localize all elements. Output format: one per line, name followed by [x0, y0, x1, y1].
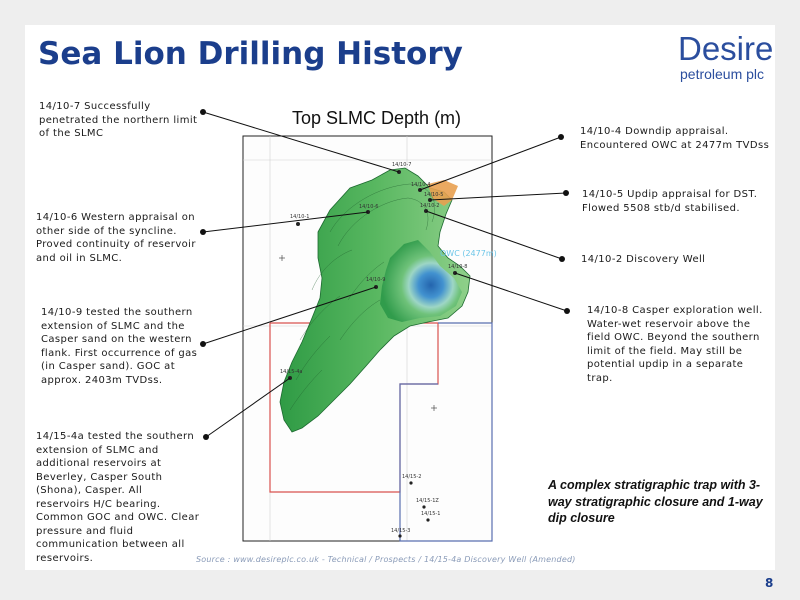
annotation-line: Proved continuity of reservoir [36, 239, 196, 250]
annotation-line: 14/15-4a tested the southern [36, 431, 195, 442]
well-marker-14-15-3 [398, 534, 402, 538]
annotation-14-10-9: 14/10-9 tested the southern extension of… [41, 306, 197, 387]
well-label: 14/10-7 [392, 162, 411, 168]
annotation-line: Encountered OWC at 2477m TVDss [580, 139, 770, 151]
annotation-line: 14/10-8 Casper exploration well. [587, 305, 763, 316]
well-label: 14/15-1 [421, 511, 440, 517]
annotation-14-10-5: 14/10-5 Updip appraisal for DST. Flowed … [582, 188, 757, 215]
annotation-line: communication between all [36, 539, 185, 550]
annotation-line: reservoirs. [36, 552, 94, 564]
annotation-14-10-2: 14/10-2 Discovery Well [581, 253, 705, 267]
page-number: 8 [765, 576, 774, 590]
well-label: 14/10-9 [366, 277, 385, 283]
annotation-line: 14/10-6 Western appraisal on [36, 212, 195, 223]
annotation-line: flank. First occurrence of gas [41, 347, 198, 359]
well-label: 14/15-2 [402, 474, 421, 480]
annotation-line: other side of the syncline. [36, 225, 177, 237]
well-label: 14/15-4a [280, 369, 302, 375]
annotation-line: of the SLMC [39, 128, 104, 139]
well-label: 14/10-5 [424, 192, 443, 198]
annotation-line: (Shona), Casper. All [36, 485, 143, 496]
annotation-14-10-7: 14/10-7 Successfully penetrated the nort… [39, 100, 197, 141]
owc-label: OWC (2477m) [440, 249, 497, 258]
annotation-line: Water-wet reservoir above the [587, 318, 751, 330]
annotation-line: 14/10-4 Downdip appraisal. [580, 126, 729, 137]
trap-summary: A complex stratigraphic trap with 3-way … [548, 478, 763, 525]
annotation-line: reservoirs H/C bearing. [36, 498, 161, 510]
annotation-line: 14/10-5 Updip appraisal for DST. [582, 189, 758, 200]
well-label: 14/10-2 [420, 203, 439, 209]
annotation-line: Beverley, Casper South [36, 471, 163, 483]
well-label: 14/10-6 [359, 204, 378, 210]
well-label: 14/10-8 [448, 264, 467, 270]
annotation-line: extension of SLMC and the [41, 320, 185, 332]
annotation-line: Casper sand on the western [41, 334, 192, 345]
annotation-line: Common GOC and OWC. Clear [36, 512, 200, 523]
annotation-14-10-4: 14/10-4 Downdip appraisal. Encountered O… [580, 125, 769, 152]
annotation-line: and oil in SLMC. [36, 252, 123, 264]
well-marker-14-15-1z [422, 505, 426, 509]
source-citation: Source : www.desireplc.co.uk - Technical… [196, 555, 576, 564]
annotation-line: Flowed 5508 stb/d stabilised. [582, 202, 740, 214]
well-marker-14-15-2 [409, 481, 413, 485]
annotation-14-10-6: 14/10-6 Western appraisal on other side … [36, 211, 196, 265]
well-label: 14/15-3 [391, 528, 410, 534]
annotation-line: additional reservoirs at [36, 458, 162, 469]
annotation-line: potential updip in a separate [587, 359, 744, 370]
annotation-line: limit of the field. May still be [587, 345, 743, 357]
annotation-line: pressure and fluid [36, 525, 134, 537]
annotation-line: 14/10-7 Successfully [39, 101, 151, 112]
well-marker-14-10-1 [296, 222, 300, 226]
annotation-line: field OWC. Beyond the southern [587, 332, 760, 343]
annotation-14-15-4a: 14/15-4a tested the southern extension o… [36, 430, 199, 565]
annotation-line: penetrated the northern limit [39, 114, 198, 126]
annotation-line: 14/10-2 Discovery Well [581, 254, 706, 265]
annotation-14-10-8: 14/10-8 Casper exploration well. Water-w… [587, 304, 763, 385]
annotation-line: 14/10-9 tested the southern [41, 307, 193, 318]
annotation-line: trap. [587, 372, 613, 384]
annotation-line: extension of SLMC and [36, 444, 159, 456]
annotation-line: approx. 2403m TVDss. [41, 374, 163, 386]
well-label: 14/15-1Z [416, 498, 439, 504]
well-marker-14-15-1 [426, 518, 430, 522]
annotation-line: (in Casper sand). GOC at [41, 361, 176, 372]
